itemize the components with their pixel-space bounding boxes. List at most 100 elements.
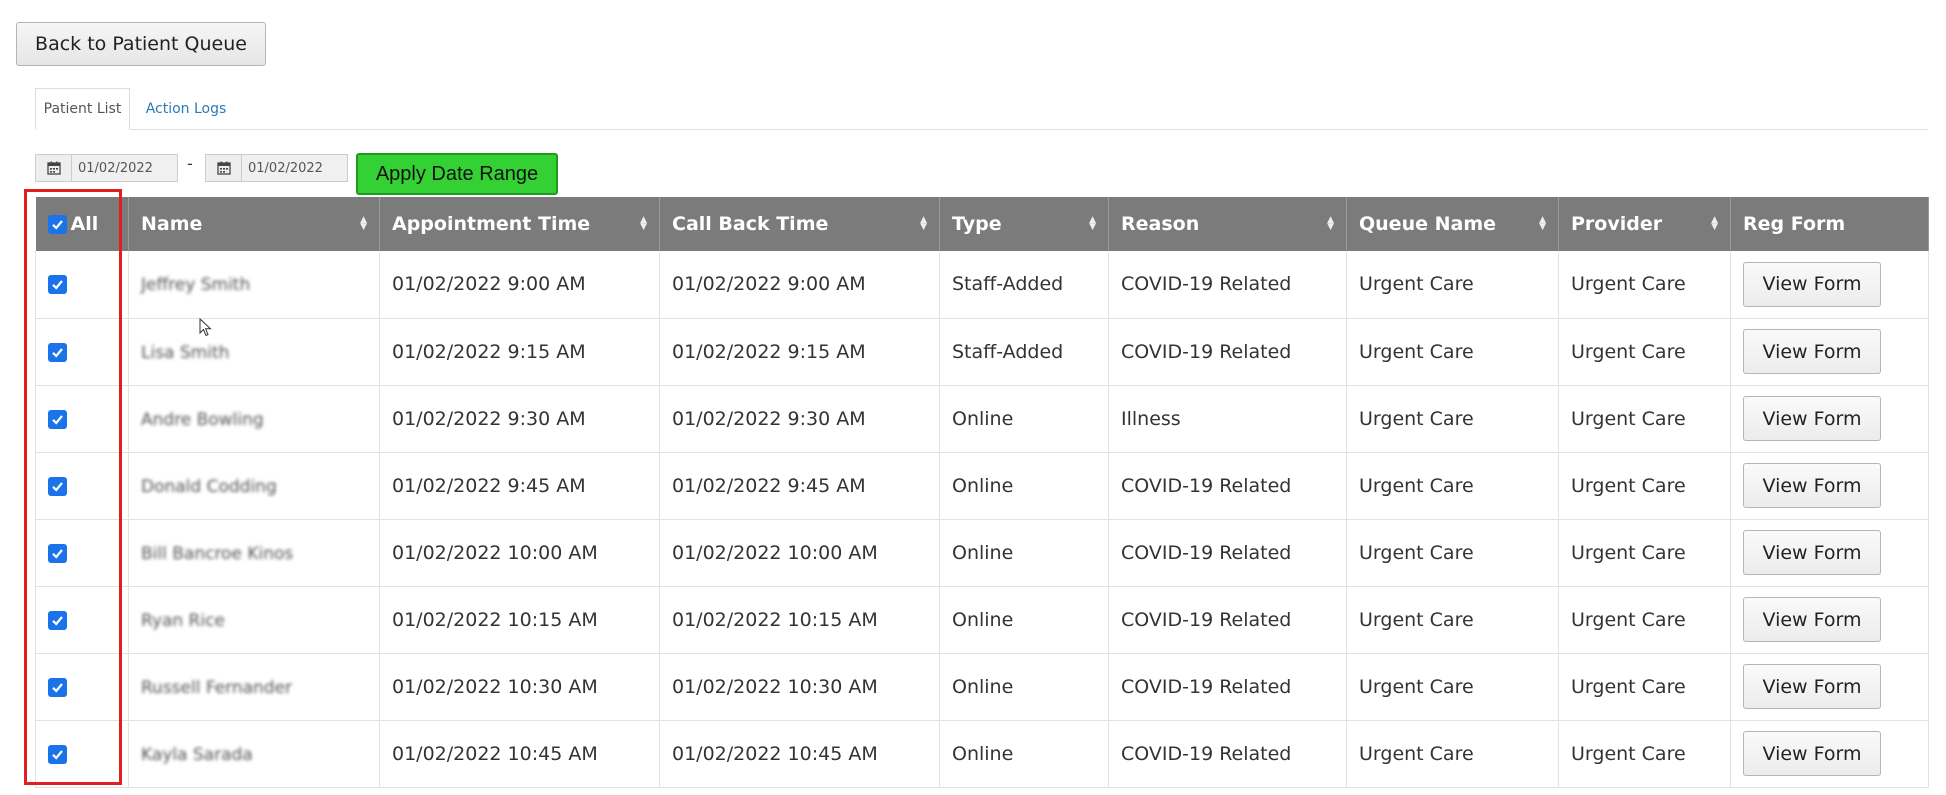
column-header-provider[interactable]: Provider ▲ ▼ [1558,197,1731,251]
column-header-name[interactable]: Name ▲ ▼ [128,197,380,251]
reg-form-cell: View Form [1730,452,1929,520]
sort-icon: ▲ ▼ [920,215,927,232]
start-date-input[interactable] [72,154,178,182]
name-cell: Andre Bowling [128,385,380,453]
row-select-checkbox[interactable] [48,610,67,630]
table-row: Bill Bancroe Kinos 01/02/2022 10:00 AM 01/… [35,519,1929,587]
column-header-reg-form: Reg Form [1730,197,1929,251]
table-header-row: All Name ▲ ▼ Appointment Time ▲ ▼ Call Back … [35,197,1929,251]
provider-cell: Urgent Care [1558,653,1731,721]
appointment-time-cell: 01/02/2022 9:00 AM [379,251,660,319]
column-header-call-back-time[interactable]: Call Back Time ▲ ▼ [659,197,940,251]
provider-cell: Urgent Care [1558,452,1731,520]
tab-action-logs[interactable]: Action Logs [131,88,241,129]
view-form-button[interactable]: View Form [1743,396,1881,441]
patient-name: Ryan Rice [141,610,225,631]
call-back-time-cell: 01/02/2022 10:15 AM [659,586,940,654]
reg-form-cell: View Form [1730,586,1929,654]
patient-name: Bill Bancroe Kinos [141,543,294,564]
view-form-button[interactable]: View Form [1743,530,1881,575]
back-to-patient-queue-button[interactable]: Back to Patient Queue [16,22,266,66]
column-header-type[interactable]: Type ▲ ▼ [939,197,1109,251]
name-cell: Kayla Sarada [128,720,380,788]
row-select-cell [35,452,129,520]
view-form-button[interactable]: View Form [1743,463,1881,508]
appointment-time-cell: 01/02/2022 10:30 AM [379,653,660,721]
call-back-time-cell: 01/02/2022 9:15 AM [659,318,940,386]
sort-icon: ▲ ▼ [360,215,367,232]
start-date-picker [35,154,178,182]
row-select-checkbox[interactable] [48,476,67,496]
view-form-button[interactable]: View Form [1743,261,1881,307]
row-select-checkbox[interactable] [48,275,67,295]
name-cell: Bill Bancroe Kinos [128,519,380,587]
call-back-time-cell: 01/02/2022 10:45 AM [659,720,940,788]
row-select-checkbox[interactable] [48,342,67,362]
reason-cell: COVID-19 Related [1108,251,1347,319]
column-header-queue-name[interactable]: Queue Name ▲ ▼ [1346,197,1559,251]
provider-cell: Urgent Care [1558,318,1731,386]
type-cell: Online [939,452,1109,520]
table-row: Andre Bowling 01/02/2022 9:30 AM 01/02/202… [35,385,1929,453]
view-form-button[interactable]: View Form [1743,664,1881,709]
name-cell: Ryan Rice [128,586,380,654]
type-cell: Online [939,720,1109,788]
queue-name-cell: Urgent Care [1346,586,1559,654]
reg-form-cell: View Form [1730,251,1929,319]
select-all-label: All [70,213,99,235]
call-back-time-cell: 01/02/2022 10:30 AM [659,653,940,721]
appointment-time-cell: 01/02/2022 9:45 AM [379,452,660,520]
appointment-time-cell: 01/02/2022 10:00 AM [379,519,660,587]
row-select-checkbox[interactable] [48,744,67,764]
column-header-appointment-time[interactable]: Appointment Time ▲ ▼ [379,197,660,251]
call-back-time-cell: 01/02/2022 9:00 AM [659,251,940,319]
tab-patient-list[interactable]: Patient List [35,88,130,130]
view-form-button[interactable]: View Form [1743,731,1881,776]
row-select-cell [35,251,129,319]
select-all-checkbox[interactable] [47,214,67,234]
reason-cell: COVID-19 Related [1108,318,1347,386]
table-row: Jeffrey Smith 01/02/2022 9:00 AM 01/02/202… [35,251,1929,319]
reg-form-cell: View Form [1730,519,1929,587]
queue-name-cell: Urgent Care [1346,452,1559,520]
reason-cell: COVID-19 Related [1108,720,1347,788]
row-select-cell [35,385,129,453]
mouse-cursor-icon [199,318,212,337]
sort-icon: ▲ ▼ [1539,215,1546,232]
reg-form-cell: View Form [1730,318,1929,386]
call-back-time-cell: 01/02/2022 9:30 AM [659,385,940,453]
column-header-reason[interactable]: Reason ▲ ▼ [1108,197,1347,251]
provider-cell: Urgent Care [1558,720,1731,788]
row-select-checkbox[interactable] [48,409,67,429]
table-row: Kayla Sarada 01/02/2022 10:45 AM 01/02/202… [35,720,1929,788]
end-date-input[interactable] [242,154,348,182]
row-select-cell [35,720,129,788]
queue-name-cell: Urgent Care [1346,251,1559,319]
queue-name-cell: Urgent Care [1346,653,1559,721]
table-row: Ryan Rice 01/02/2022 10:15 AM 01/02/2022 1… [35,586,1929,654]
view-form-button[interactable]: View Form [1743,597,1881,642]
calendar-icon[interactable] [205,154,242,182]
tab-bar: Patient List Action Logs [35,88,1928,130]
row-select-cell [35,318,129,386]
sort-icon: ▲ ▼ [1711,215,1718,232]
reason-cell: COVID-19 Related [1108,586,1347,654]
calendar-icon[interactable] [35,154,72,182]
queue-name-cell: Urgent Care [1346,385,1559,453]
table-row: Lisa Smith 01/02/2022 9:15 AM 01/02/2022 9… [35,318,1929,386]
appointment-time-cell: 01/02/2022 10:45 AM [379,720,660,788]
view-form-button[interactable]: View Form [1743,329,1881,374]
call-back-time-cell: 01/02/2022 10:00 AM [659,519,940,587]
table-row: Donald Codding 01/02/2022 9:45 AM 01/02/20… [35,452,1929,520]
reg-form-cell: View Form [1730,385,1929,453]
patient-name: Lisa Smith [141,342,230,363]
apply-date-range-button[interactable]: Apply Date Range [356,153,558,195]
type-cell: Online [939,653,1109,721]
row-select-checkbox[interactable] [48,677,67,697]
patient-name: Donald Codding [141,476,277,497]
row-select-cell [35,653,129,721]
row-select-checkbox[interactable] [48,543,67,563]
sort-icon: ▲ ▼ [1089,215,1096,232]
reason-cell: COVID-19 Related [1108,653,1347,721]
type-cell: Staff-Added [939,318,1109,386]
